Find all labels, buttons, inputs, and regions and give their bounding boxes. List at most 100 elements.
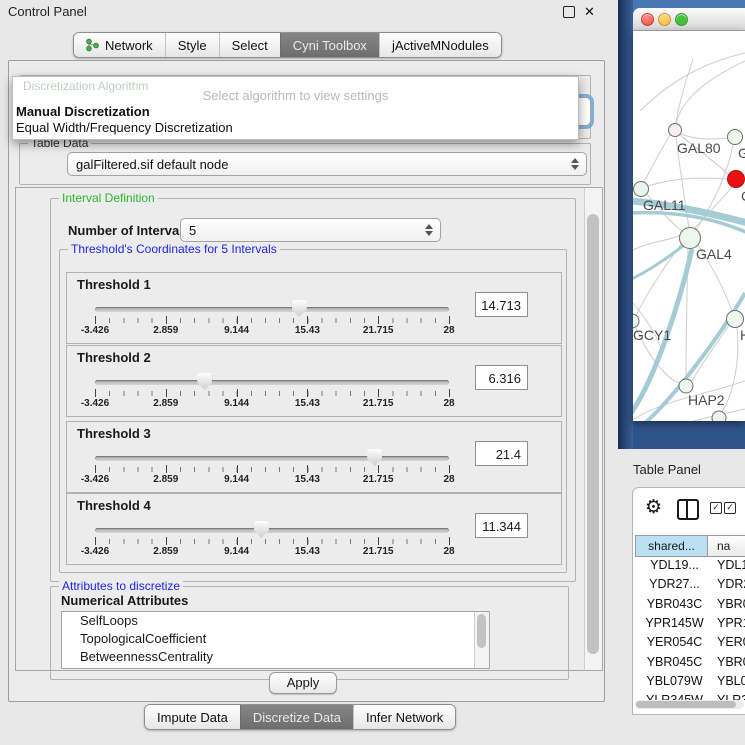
table-row[interactable]: YDR27... YDR2: [635, 577, 745, 596]
threshold-4-slider[interactable]: -3.4262.8599.14415.4321.71528: [95, 522, 451, 558]
table-cell-shared-name[interactable]: YPR145W: [639, 616, 710, 630]
threshold-3-label: Threshold 3: [77, 426, 151, 441]
list-item[interactable]: BetweennessCentrality: [62, 648, 489, 666]
table-cell-shared-name[interactable]: YBR043C: [639, 597, 710, 611]
network-node-label: GAL11: [643, 197, 686, 213]
threshold-1-slider[interactable]: -3.4262.8599.14415.4321.71528: [95, 301, 451, 337]
network-node[interactable]: [727, 311, 744, 328]
list-scrollbar-thumb[interactable]: [477, 614, 486, 648]
apply-button[interactable]: Apply: [269, 672, 337, 694]
column-chooser-icon[interactable]: [677, 499, 699, 520]
table-horizontal-scrollbar-thumb[interactable]: [636, 701, 736, 708]
network-node[interactable]: [634, 182, 649, 197]
network-window-titlebar[interactable]: [633, 8, 745, 31]
slider-tick-label: 2.859: [153, 546, 178, 557]
table-cell-name[interactable]: YBR0: [717, 655, 745, 669]
table-cell-shared-name[interactable]: YBL079W: [639, 674, 710, 688]
tab-discretize-data[interactable]: Discretize Data: [240, 705, 353, 729]
threshold-coordinates-label: Threshold's Coordinates for 5 Intervals: [68, 242, 280, 256]
list-item[interactable]: TopologicalCoefficient: [62, 630, 489, 648]
slider-tick-label: 2.859: [153, 325, 178, 336]
list-scrollbar[interactable]: [474, 612, 489, 668]
threshold-2-slider[interactable]: -3.4262.8599.14415.4321.71528: [95, 374, 451, 410]
table-data-group: Table Data galFiltered.sif default node: [19, 143, 591, 185]
table-row[interactable]: YBR045C YBR0: [635, 655, 745, 674]
close-traffic-light[interactable]: [641, 13, 654, 26]
network-node[interactable]: [728, 130, 743, 145]
slider-track[interactable]: [95, 528, 449, 533]
table-cell-name[interactable]: YDL1: [717, 558, 745, 572]
table-cell-name[interactable]: YER0: [717, 635, 745, 649]
column-header-name[interactable]: na: [707, 535, 745, 557]
table-row[interactable]: YBL079W YBL0: [635, 674, 745, 693]
float-window-icon[interactable]: [563, 6, 575, 18]
table-row[interactable]: YER054C YER0: [635, 635, 745, 654]
slider-major-tick: [237, 389, 238, 397]
gear-icon[interactable]: ⚙: [645, 498, 662, 517]
number-of-intervals-value: 5: [189, 223, 196, 238]
table-cell-name[interactable]: YBR0: [717, 597, 745, 611]
close-icon[interactable]: ✕: [584, 5, 595, 18]
slider-thumb[interactable]: [254, 521, 269, 538]
tab-select[interactable]: Select: [219, 33, 280, 57]
threshold-3-slider[interactable]: -3.4262.8599.14415.4321.71528: [95, 450, 451, 486]
table-cell-name[interactable]: YLR3: [717, 693, 745, 700]
table-cell-shared-name[interactable]: YBR045C: [639, 655, 710, 669]
slider-track[interactable]: [95, 380, 449, 385]
tab-cyni-toolbox[interactable]: Cyni Toolbox: [280, 33, 379, 57]
popup-option-equal-width-frequency[interactable]: Equal Width/Frequency Discretization: [16, 120, 233, 135]
table-cell-shared-name[interactable]: YDR27...: [639, 577, 710, 591]
tab-select-label: Select: [232, 38, 268, 53]
table-row[interactable]: YPR145W YPR1: [635, 616, 745, 635]
table-row[interactable]: YLR345W YLR3: [635, 693, 745, 700]
network-node[interactable]: [633, 314, 639, 328]
threshold-4-value-field[interactable]: 11.344: [475, 513, 528, 538]
list-item[interactable]: SelfLoops: [62, 612, 489, 630]
table-cell-shared-name[interactable]: YLR345W: [639, 693, 710, 700]
network-canvas[interactable]: GAL80GCGAL11GAL4GCY1HHAP2: [633, 31, 745, 421]
threshold-1-value-field[interactable]: 14.713: [475, 292, 528, 317]
threshold-1-box: Threshold 1 -3.4262.8599.14415.4321.7152…: [66, 272, 562, 344]
tab-jactivemnodules[interactable]: jActiveMNodules: [379, 33, 501, 57]
interval-definition-group: Interval Definition Number of Intervals …: [50, 198, 576, 582]
column-header-shared-name[interactable]: shared...: [635, 535, 708, 557]
tab-impute-data[interactable]: Impute Data: [145, 705, 240, 729]
table-cell-shared-name[interactable]: YER054C: [639, 635, 710, 649]
zoom-traffic-light[interactable]: [675, 13, 688, 26]
tab-infer-network[interactable]: Infer Network: [353, 705, 455, 729]
attributes-group-label: Attributes to discretize: [59, 579, 183, 593]
threshold-3-value-field[interactable]: 21.4: [475, 441, 528, 466]
settings-scrollbar[interactable]: [584, 188, 602, 670]
slider-track[interactable]: [95, 456, 449, 461]
table-cell-name[interactable]: YBL0: [717, 674, 745, 688]
slider-tick-label: -3.426: [81, 474, 109, 485]
slider-thumb[interactable]: [367, 449, 382, 466]
network-node[interactable]: [712, 411, 726, 421]
table-cell-name[interactable]: YPR1: [717, 616, 745, 630]
table-cell-shared-name[interactable]: YDL19...: [639, 558, 710, 572]
table-data-combo[interactable]: galFiltered.sif default node: [67, 152, 587, 176]
algorithm-popup-hint: Select algorithm to view settings: [13, 88, 578, 103]
slider-tick-label: 9.144: [224, 546, 249, 557]
table-row[interactable]: YDL19... YDL1: [635, 558, 745, 577]
number-of-intervals-combo[interactable]: 5: [180, 218, 441, 242]
popup-option-manual-discretization[interactable]: Manual Discretization: [16, 104, 150, 119]
settings-scrollbar-thumb[interactable]: [587, 214, 599, 654]
tab-network[interactable]: Network: [74, 33, 165, 57]
slider-thumb[interactable]: [197, 373, 212, 390]
threshold-2-value-field[interactable]: 6.316: [475, 365, 528, 390]
table-row[interactable]: YBR043C YBR0: [635, 597, 745, 616]
slider-track[interactable]: [95, 307, 449, 312]
tab-style[interactable]: Style: [165, 33, 219, 57]
minimize-traffic-light[interactable]: [658, 13, 671, 26]
cyni-bottom-tabs: Impute Data Discretize Data Infer Networ…: [144, 704, 456, 730]
deselect-all-checkbox-icon[interactable]: ✓: [724, 502, 736, 514]
table-cell-name[interactable]: YDR2: [717, 577, 745, 591]
select-all-checkbox-icon[interactable]: ✓: [710, 502, 722, 514]
network-node[interactable]: [679, 379, 693, 393]
slider-thumb[interactable]: [292, 300, 307, 317]
network-node[interactable]: [728, 171, 745, 188]
slider-minor-ticks: [95, 391, 450, 396]
network-node[interactable]: [669, 124, 682, 137]
table-horizontal-scrollbar[interactable]: [635, 700, 744, 709]
